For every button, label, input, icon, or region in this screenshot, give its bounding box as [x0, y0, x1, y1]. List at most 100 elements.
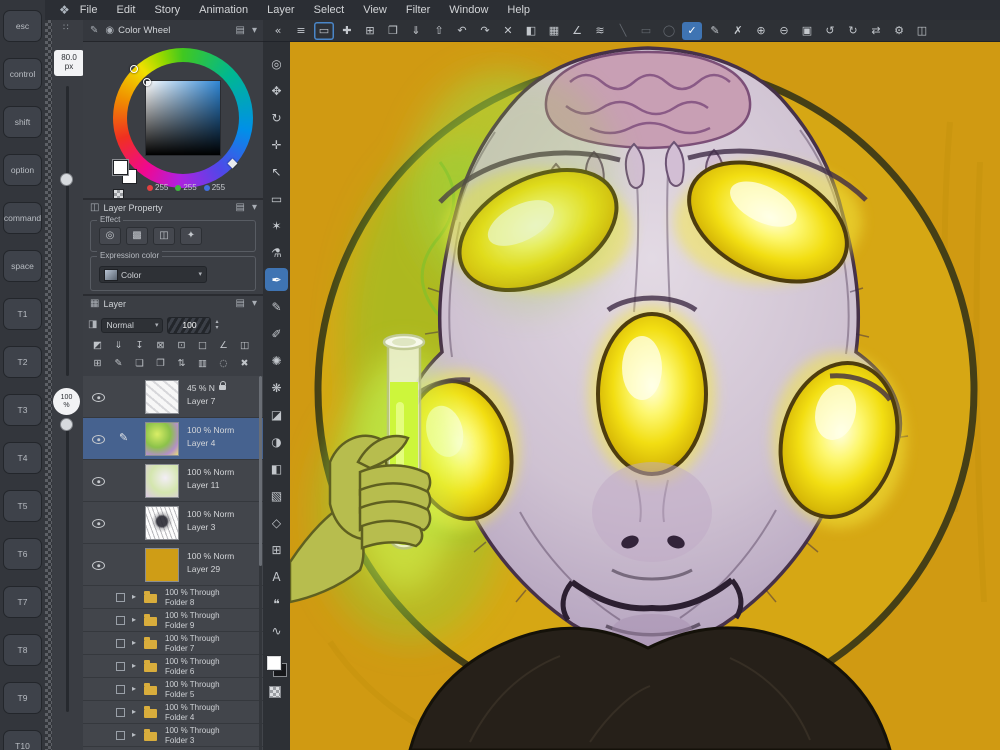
visibility-checkbox[interactable]: [116, 731, 125, 740]
toolbar-button[interactable]: ⊕: [751, 22, 771, 40]
layer-row[interactable]: 45 % N Layer 7: [83, 376, 263, 418]
edge-key[interactable]: esc: [3, 10, 42, 42]
layer-action-button[interactable]: ⇓: [109, 338, 128, 353]
tool-button[interactable]: ❋: [265, 376, 288, 399]
canvas[interactable]: [290, 42, 1000, 750]
layer-action-button[interactable]: ▥: [193, 356, 212, 371]
expand-arrow-icon[interactable]: ▸: [132, 593, 136, 601]
edge-key[interactable]: T9: [3, 682, 42, 714]
tool-button[interactable]: ◎: [265, 52, 288, 75]
folder-row[interactable]: ▸ 100 % Through Folder 3: [83, 724, 263, 747]
toolbar-button[interactable]: ✎: [705, 22, 725, 40]
folder-row[interactable]: ▸ 100 % Through Folder 9: [83, 609, 263, 632]
edge-key[interactable]: T1: [3, 298, 42, 330]
layer-property-menu-icon[interactable]: ▤: [236, 203, 245, 213]
toolbar-button[interactable]: ▦: [544, 22, 564, 40]
layer-action-button[interactable]: ◩: [88, 338, 107, 353]
toolbar-button[interactable]: ✕: [498, 22, 518, 40]
edge-key[interactable]: control: [3, 58, 42, 90]
main-color-swatch[interactable]: [266, 655, 282, 671]
menu-item[interactable]: Help: [507, 4, 530, 16]
visibility-checkbox[interactable]: [116, 662, 125, 671]
toolbar-button[interactable]: ⇄: [866, 22, 886, 40]
tool-button[interactable]: ⊞: [265, 538, 288, 561]
tool-button[interactable]: ▭: [265, 187, 288, 210]
expand-arrow-icon[interactable]: ▸: [132, 662, 136, 670]
visibility-eye-icon[interactable]: [92, 519, 105, 528]
brush-size-slider[interactable]: [66, 86, 69, 376]
toolbar-button[interactable]: ≋: [590, 22, 610, 40]
toolbar-button[interactable]: ↶: [452, 22, 472, 40]
layer-action-button[interactable]: ✎: [109, 356, 128, 371]
tool-button[interactable]: ✛: [265, 133, 288, 156]
opacity-readout[interactable]: 100 %: [53, 388, 80, 415]
toolbar-button[interactable]: ↺: [820, 22, 840, 40]
effect-button[interactable]: ◎: [99, 227, 121, 245]
effect-button[interactable]: ▩: [126, 227, 148, 245]
folder-row[interactable]: ▸ 100 % Through Folder 8: [83, 586, 263, 609]
toolbar-button[interactable]: ✗: [728, 22, 748, 40]
layer-action-button[interactable]: ◌: [214, 356, 233, 371]
visibility-eye-icon[interactable]: [92, 477, 105, 486]
menu-item[interactable]: Filter: [406, 4, 430, 16]
layer-list-scrollbar[interactable]: [259, 376, 262, 750]
edge-key[interactable]: T4: [3, 442, 42, 474]
visibility-checkbox[interactable]: [116, 593, 125, 602]
menu-item[interactable]: View: [363, 4, 387, 16]
layer-action-button[interactable]: ∠: [214, 338, 233, 353]
toolbar-button[interactable]: ╲: [613, 22, 633, 40]
visibility-checkbox[interactable]: [116, 639, 125, 648]
toolbar-button[interactable]: ✚: [337, 22, 357, 40]
layer-action-button[interactable]: ❐: [151, 356, 170, 371]
opacity-slider-handle[interactable]: [60, 418, 73, 431]
tool-button[interactable]: ◪: [265, 403, 288, 426]
toolbar-button[interactable]: ✓: [682, 21, 702, 40]
edit-palette-icon[interactable]: ✎: [90, 25, 98, 36]
tool-button[interactable]: ∿: [265, 619, 288, 642]
toolbar-button[interactable]: ⚙: [889, 22, 909, 40]
tool-button[interactable]: ↻: [265, 106, 288, 129]
layer-property-collapse-icon[interactable]: ▾: [252, 203, 257, 213]
folder-row[interactable]: ▸ 100 % Through Folder 5: [83, 678, 263, 701]
expand-arrow-icon[interactable]: ▸: [132, 685, 136, 693]
toolbar-button[interactable]: ▭: [636, 22, 656, 40]
menu-item[interactable]: File: [80, 4, 98, 16]
menu-item[interactable]: Story: [154, 4, 180, 16]
tool-button[interactable]: ◇: [265, 511, 288, 534]
layer-action-button[interactable]: ⇅: [172, 356, 191, 371]
edge-key[interactable]: T7: [3, 586, 42, 618]
layer-panel-collapse-icon[interactable]: ▾: [252, 299, 257, 309]
brush-size-slider-handle[interactable]: [60, 173, 73, 186]
menu-item[interactable]: Animation: [199, 4, 248, 16]
effect-button[interactable]: ✦: [180, 227, 202, 245]
tool-button[interactable]: ❝: [265, 592, 288, 615]
edge-key[interactable]: option: [3, 154, 42, 186]
layer-action-button[interactable]: □: [193, 338, 212, 353]
edge-key[interactable]: command: [3, 202, 42, 234]
edge-key[interactable]: shift: [3, 106, 42, 138]
tool-button[interactable]: ✥: [265, 79, 288, 102]
layer-action-button[interactable]: ↧: [130, 338, 149, 353]
opacity-slider[interactable]: [66, 422, 69, 712]
toolbar-button[interactable]: ∠: [567, 22, 587, 40]
layer-action-button[interactable]: ❏: [130, 356, 149, 371]
tool-button[interactable]: ✐: [265, 322, 288, 345]
folder-row[interactable]: ▸ 100 % Through Folder 6: [83, 655, 263, 678]
layer-panel-menu-icon[interactable]: ▤: [236, 299, 245, 309]
sv-marker[interactable]: [143, 78, 151, 86]
toolbar-button[interactable]: ⇓: [406, 22, 426, 40]
menu-item[interactable]: Edit: [117, 4, 136, 16]
edge-key[interactable]: T8: [3, 634, 42, 666]
layer-thumbnail[interactable]: [145, 506, 179, 540]
toolbar-button[interactable]: ▭: [314, 22, 334, 40]
edge-key[interactable]: space: [3, 250, 42, 282]
layer-thumbnail[interactable]: [145, 464, 179, 498]
layer-action-button[interactable]: ⊡: [172, 338, 191, 353]
layer-action-button[interactable]: ✖: [235, 356, 254, 371]
layer-row[interactable]: 100 % Norm Layer 11: [83, 460, 263, 502]
tool-button[interactable]: ⚗: [265, 241, 288, 264]
toolbar-button[interactable]: ⇧: [429, 22, 449, 40]
effect-button[interactable]: ◫: [153, 227, 175, 245]
expand-arrow-icon[interactable]: ▸: [132, 639, 136, 647]
tool-button[interactable]: ✎: [265, 295, 288, 318]
